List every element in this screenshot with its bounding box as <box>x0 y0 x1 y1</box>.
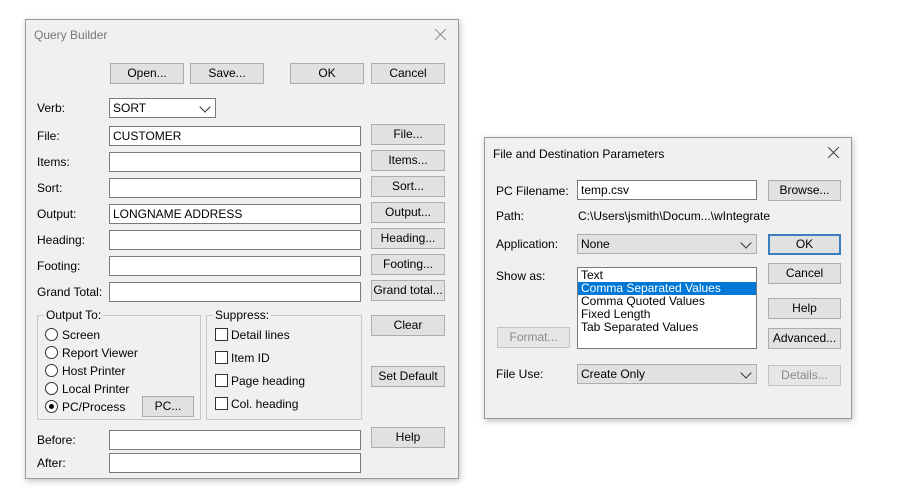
file-label: File: <box>37 129 60 143</box>
path-label: Path: <box>496 209 525 223</box>
cancel-button[interactable]: Cancel <box>768 263 841 284</box>
grand-total-label: Grand Total: <box>37 285 103 299</box>
file-use-value: Create Only <box>581 367 646 381</box>
before-field[interactable] <box>109 430 361 450</box>
show-as-listbox[interactable]: Text Comma Separated Values Comma Quoted… <box>577 267 757 349</box>
footing-field[interactable] <box>109 256 361 276</box>
grand-total-field[interactable] <box>109 282 361 302</box>
ok-button[interactable]: OK <box>290 63 364 84</box>
radio-pc-process-label[interactable]: PC/Process <box>62 400 125 414</box>
window-title: File and Destination Parameters <box>493 147 665 161</box>
file-destination-window: File and Destination Parameters PC Filen… <box>484 137 852 419</box>
radio-report-viewer[interactable] <box>45 346 58 359</box>
checkbox-page-heading[interactable] <box>215 374 228 387</box>
sort-field[interactable] <box>109 178 361 198</box>
grand-total-button[interactable]: Grand total... <box>371 280 445 301</box>
cancel-button[interactable]: Cancel <box>371 63 445 84</box>
close-icon[interactable] <box>430 24 452 46</box>
radio-host-printer-label[interactable]: Host Printer <box>62 364 125 378</box>
output-button[interactable]: Output... <box>371 202 445 223</box>
advanced-button[interactable]: Advanced... <box>768 328 841 349</box>
items-label: Items: <box>37 155 70 169</box>
application-value: None <box>581 237 610 251</box>
pc-button[interactable]: PC... <box>142 396 194 417</box>
sort-button[interactable]: Sort... <box>371 176 445 197</box>
file-button[interactable]: File... <box>371 124 445 145</box>
sort-label: Sort: <box>37 181 63 195</box>
radio-screen[interactable] <box>45 328 58 341</box>
checkbox-page-heading-label[interactable]: Page heading <box>231 374 305 388</box>
chevron-down-icon <box>199 101 211 113</box>
checkbox-detail-lines-label[interactable]: Detail lines <box>231 328 290 342</box>
after-field[interactable] <box>109 453 361 473</box>
footing-label: Footing: <box>37 259 81 273</box>
help-button[interactable]: Help <box>768 298 841 319</box>
output-label: Output: <box>37 207 77 221</box>
clear-button[interactable]: Clear <box>371 315 445 336</box>
file-use-select[interactable]: Create Only <box>577 364 757 384</box>
radio-screen-label[interactable]: Screen <box>62 328 100 342</box>
verb-value: SORT <box>113 101 147 115</box>
query-builder-window: Query Builder Open... Save... OK Cancel … <box>25 19 459 479</box>
path-value: C:\Users\jsmith\Docum...\wIntegrate <box>578 209 771 223</box>
pc-filename-label: PC Filename: <box>496 184 569 198</box>
footing-button[interactable]: Footing... <box>371 254 445 275</box>
checkbox-col-heading[interactable] <box>215 397 228 410</box>
query-builder-titlebar[interactable]: Query Builder <box>26 20 458 50</box>
chevron-down-icon <box>740 237 752 249</box>
before-label: Before: <box>37 433 76 447</box>
radio-report-viewer-label[interactable]: Report Viewer <box>62 346 138 360</box>
ok-button[interactable]: OK <box>768 234 841 255</box>
browse-button[interactable]: Browse... <box>768 180 841 201</box>
window-title: Query Builder <box>34 28 108 42</box>
application-label: Application: <box>496 237 559 251</box>
items-field[interactable] <box>109 152 361 172</box>
checkbox-col-heading-label[interactable]: Col. heading <box>231 397 298 411</box>
save-button[interactable]: Save... <box>190 63 264 84</box>
radio-host-printer[interactable] <box>45 364 58 377</box>
open-button[interactable]: Open... <box>110 63 184 84</box>
set-default-button[interactable]: Set Default <box>371 366 445 387</box>
heading-button[interactable]: Heading... <box>371 228 445 249</box>
show-as-label: Show as: <box>496 269 546 283</box>
checkbox-detail-lines[interactable] <box>215 328 228 341</box>
after-label: After: <box>37 456 66 470</box>
close-icon[interactable] <box>823 142 845 164</box>
chevron-down-icon <box>740 367 752 379</box>
checkbox-item-id-label[interactable]: Item ID <box>231 351 270 365</box>
pc-filename-field[interactable]: temp.csv <box>577 180 757 200</box>
heading-label: Heading: <box>37 233 86 247</box>
file-use-label: File Use: <box>496 367 544 381</box>
items-button[interactable]: Items... <box>371 150 445 171</box>
verb-select[interactable]: SORT <box>109 98 216 118</box>
file-destination-titlebar[interactable]: File and Destination Parameters <box>485 138 851 168</box>
radio-local-printer[interactable] <box>45 382 58 395</box>
output-to-title: Output To: <box>44 308 104 322</box>
application-select[interactable]: None <box>577 234 757 254</box>
file-field[interactable]: CUSTOMER <box>109 126 361 146</box>
heading-field[interactable] <box>109 230 361 250</box>
list-item[interactable]: Tab Separated Values <box>578 321 756 334</box>
verb-label: Verb: <box>37 101 66 115</box>
help-button[interactable]: Help <box>371 427 445 448</box>
checkbox-item-id[interactable] <box>215 351 228 364</box>
output-field[interactable]: LONGNAME ADDRESS <box>109 204 361 224</box>
format-button[interactable]: Format... <box>497 327 570 348</box>
details-button[interactable]: Details... <box>768 365 841 386</box>
radio-pc-process[interactable] <box>45 400 58 413</box>
suppress-title: Suppress: <box>213 308 272 322</box>
radio-local-printer-label[interactable]: Local Printer <box>62 382 129 396</box>
